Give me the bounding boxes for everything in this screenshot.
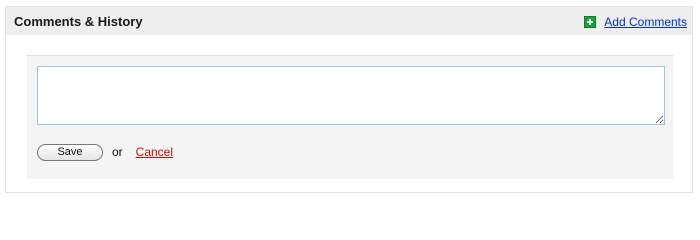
cancel-link[interactable]: Cancel [136,145,173,159]
or-text: or [112,145,123,159]
comment-form: Save or Cancel [27,55,673,179]
panel-title: Comments & History [14,14,143,29]
add-comments-control[interactable]: Add Comments [584,14,687,30]
panel-header: Comments & History Add Comments [6,7,692,35]
save-button[interactable]: Save [37,143,103,161]
comments-history-panel: Comments & History Add Comments Save or … [5,6,693,193]
comment-textarea[interactable] [37,66,665,125]
form-actions: Save or Cancel [37,143,173,161]
plus-icon[interactable] [584,16,597,28]
add-comments-link[interactable]: Add Comments [604,15,687,29]
